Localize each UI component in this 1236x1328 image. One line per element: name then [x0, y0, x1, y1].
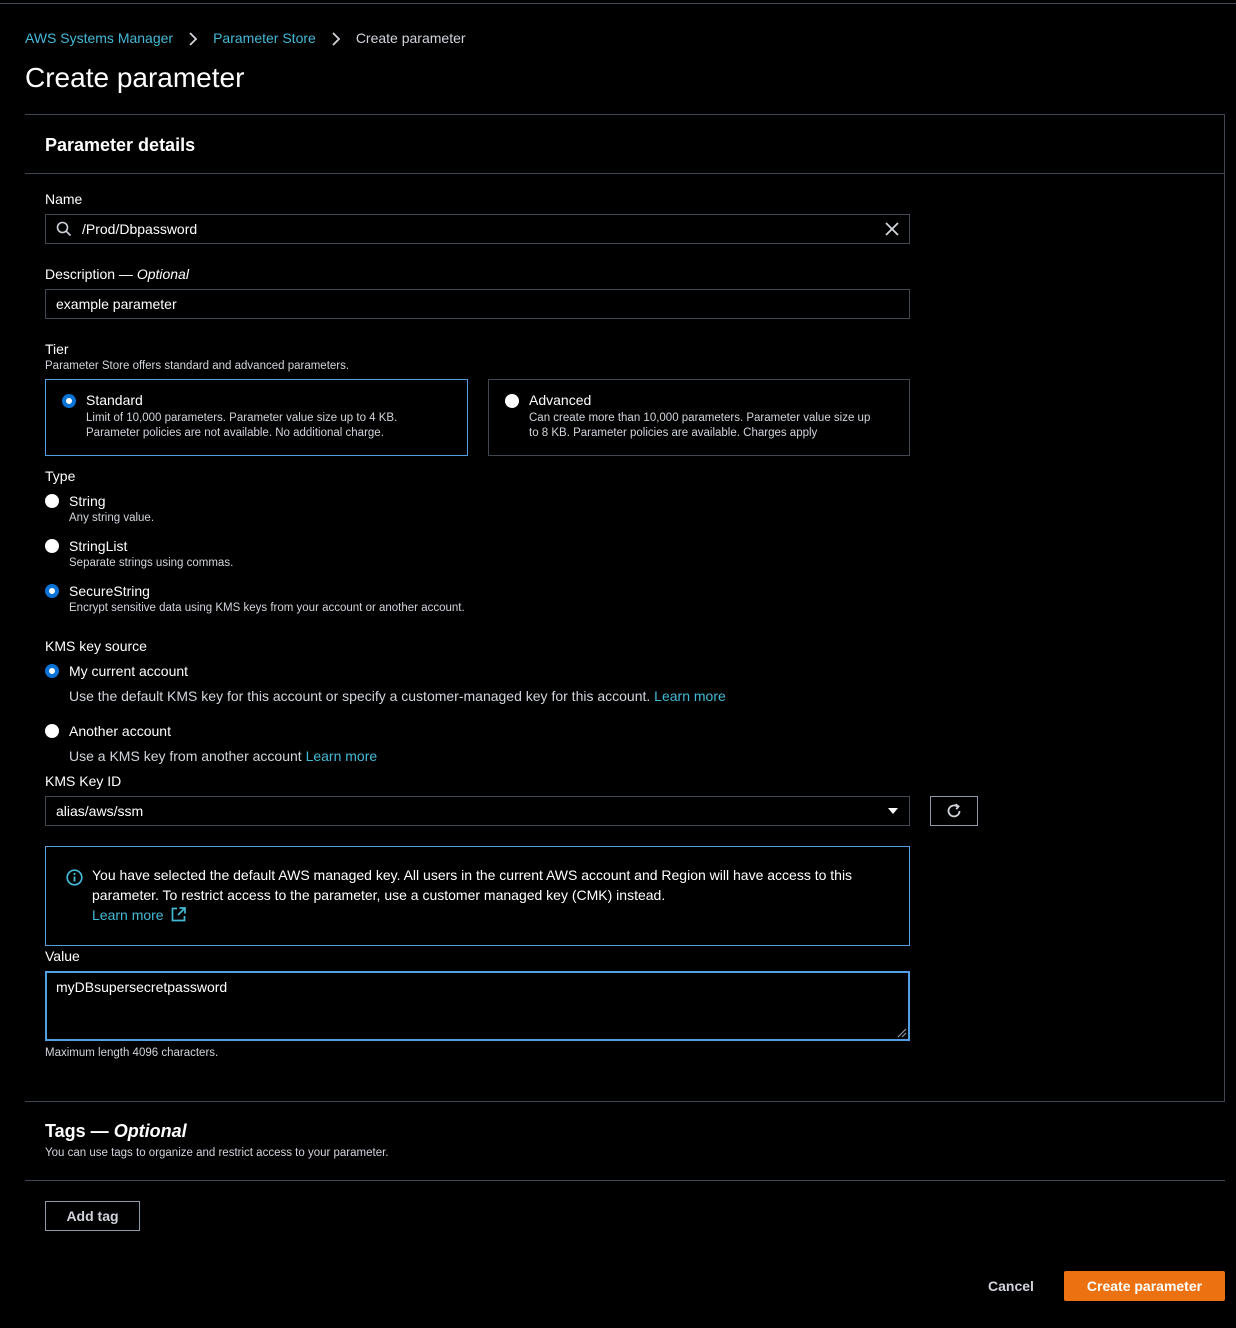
tier-standard-title: Standard — [86, 392, 143, 408]
breadcrumb-current: Create parameter — [355, 30, 466, 47]
value-textarea[interactable]: myDBsupersecretpassword — [45, 971, 910, 1041]
type-securestring-desc: Encrypt sensitive data using KMS keys fr… — [69, 602, 465, 614]
radio-stringlist[interactable] — [45, 539, 59, 553]
radio-string[interactable] — [45, 494, 59, 508]
info-line-2: parameter. To restrict access to the par… — [92, 887, 666, 903]
kms-source-label: KMS key source — [45, 638, 147, 654]
panel-heading: Parameter details — [45, 135, 196, 155]
description-label: Description — Optional — [45, 266, 189, 282]
tier-advanced-title: Advanced — [529, 392, 592, 408]
resize-handle-icon[interactable] — [896, 1027, 907, 1038]
tier-standard-desc-1: Limit of 10,000 parameters. Parameter va… — [86, 412, 398, 424]
name-value: /Prod/Dbpassword — [82, 221, 198, 237]
radio-advanced[interactable] — [505, 394, 519, 408]
name-label: Name — [45, 191, 83, 207]
tags-heading-text: Tags — — [45, 1121, 114, 1141]
refresh-icon — [945, 802, 963, 820]
panel-header: Parameter details — [25, 115, 1224, 174]
top-divider — [0, 3, 1236, 4]
type-stringlist-desc: Separate strings using commas. — [69, 557, 234, 569]
type-string-title[interactable]: String — [69, 493, 106, 509]
caret-down-icon — [887, 807, 899, 815]
tier-standard-tile[interactable]: Standard Limit of 10,000 parameters. Par… — [45, 379, 468, 456]
value-text: myDBsupersecretpassword — [56, 979, 228, 995]
info-line-1: You have selected the default AWS manage… — [92, 867, 853, 883]
kms-current-account-learn-more[interactable]: Learn more — [654, 688, 726, 704]
radio-another-account[interactable] — [45, 724, 59, 738]
type-string-desc: Any string value. — [69, 512, 155, 524]
kms-current-account-desc-text: Use the default KMS key for this account… — [69, 688, 651, 704]
type-stringlist-title[interactable]: StringList — [69, 538, 127, 554]
name-field[interactable]: /Prod/Dbpassword — [45, 214, 910, 244]
description-field[interactable]: example parameter — [45, 289, 910, 319]
kms-key-id-label: KMS Key ID — [45, 773, 122, 789]
info-icon — [66, 869, 83, 886]
tags-top-divider — [25, 1101, 1225, 1102]
clear-icon[interactable] — [885, 222, 899, 236]
tags-heading: Tags — Optional — [45, 1121, 187, 1142]
radio-standard[interactable] — [62, 394, 76, 408]
refresh-button[interactable] — [930, 796, 978, 826]
info-alert: You have selected the default AWS manage… — [45, 846, 910, 946]
tier-advanced-desc-2: to 8 KB. Parameter policies are availabl… — [529, 427, 818, 439]
create-parameter-button[interactable]: Create parameter — [1064, 1271, 1225, 1301]
breadcrumb-systems-manager[interactable]: AWS Systems Manager — [25, 30, 173, 46]
kms-another-account-desc: Use a KMS key from another account Learn… — [69, 748, 377, 764]
tier-standard-desc-2: Parameter policies are not available. No… — [86, 427, 384, 439]
info-learn-more-link[interactable]: Learn more — [92, 907, 164, 923]
kms-another-account-desc-text: Use a KMS key from another account — [69, 748, 302, 764]
search-icon — [56, 221, 72, 237]
kms-key-id-select[interactable]: alias/aws/ssm — [45, 796, 910, 826]
tags-divider — [25, 1180, 1225, 1181]
tier-label: Tier — [45, 341, 69, 357]
tier-advanced-desc-1: Can create more than 10,000 parameters. … — [529, 412, 871, 424]
description-label-text: Description — — [45, 266, 137, 282]
tier-advanced-tile[interactable]: Advanced Can create more than 10,000 par… — [488, 379, 910, 456]
kms-current-account-desc: Use the default KMS key for this account… — [69, 688, 726, 704]
value-label: Value — [45, 948, 80, 964]
kms-key-id-value: alias/aws/ssm — [56, 803, 144, 819]
tags-optional: Optional — [113, 1121, 187, 1141]
description-value: example parameter — [56, 296, 177, 312]
breadcrumb: AWS Systems Manager Parameter Store Crea… — [25, 30, 466, 46]
tags-hint: You can use tags to organize and restric… — [45, 1147, 389, 1159]
kms-another-account-title[interactable]: Another account — [69, 723, 171, 739]
description-optional: Optional — [136, 266, 189, 282]
cancel-button[interactable]: Cancel — [988, 1278, 1034, 1294]
external-link-icon[interactable] — [171, 907, 187, 922]
chevron-right-icon — [316, 30, 356, 46]
kms-current-account-title[interactable]: My current account — [69, 663, 188, 679]
chevron-right-icon — [173, 30, 213, 46]
type-label: Type — [45, 468, 76, 484]
kms-another-account-learn-more[interactable]: Learn more — [306, 748, 378, 764]
add-tag-button[interactable]: Add tag — [45, 1201, 140, 1231]
breadcrumb-parameter-store[interactable]: Parameter Store — [213, 30, 316, 46]
tier-hint: Parameter Store offers standard and adva… — [45, 360, 350, 372]
info-link-row: Learn more — [92, 905, 889, 925]
value-hint: Maximum length 4096 characters. — [45, 1047, 219, 1059]
radio-my-current-account[interactable] — [45, 664, 59, 678]
page-title: Create parameter — [25, 62, 245, 93]
type-securestring-title[interactable]: SecureString — [69, 583, 150, 599]
radio-securestring[interactable] — [45, 584, 59, 598]
